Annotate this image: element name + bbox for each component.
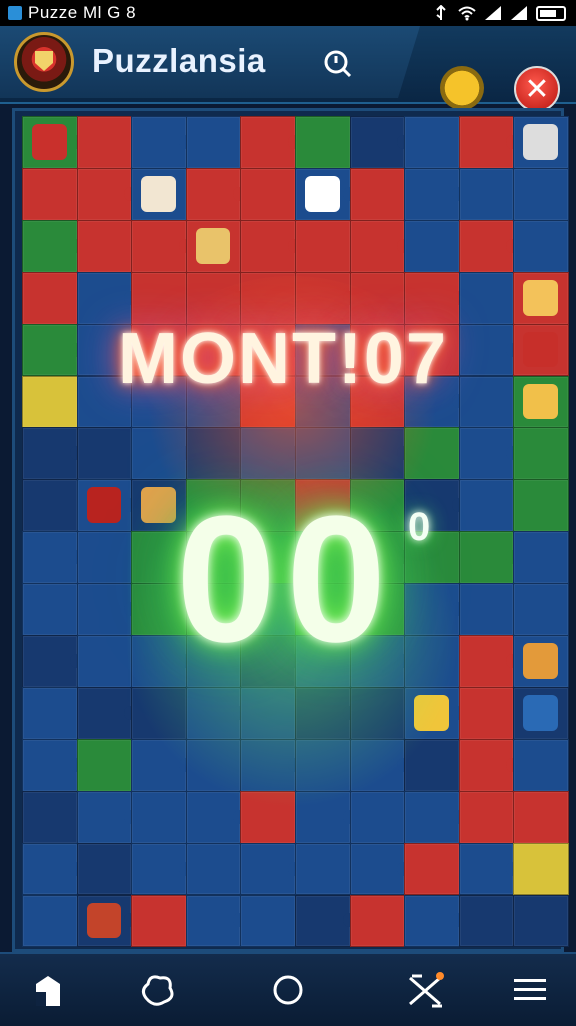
picture-piece[interactable] <box>523 383 558 420</box>
puzzle-piece[interactable] <box>458 790 515 844</box>
puzzle-piece[interactable] <box>513 738 569 792</box>
circle-icon <box>273 975 303 1005</box>
picture-piece[interactable] <box>141 175 176 212</box>
puzzle-piece[interactable] <box>513 531 569 585</box>
app-title: Puzzlansia <box>92 42 266 79</box>
puzzle-piece[interactable] <box>458 375 515 429</box>
search-icon[interactable] <box>318 44 358 84</box>
puzzle-piece[interactable] <box>404 219 460 273</box>
battery-icon <box>536 5 566 21</box>
puzzle-piece[interactable] <box>458 686 515 740</box>
puzzle-piece[interactable] <box>349 894 406 948</box>
menu-button[interactable] <box>508 968 552 1012</box>
picture-piece[interactable] <box>523 643 558 679</box>
picture-piece[interactable] <box>305 175 340 212</box>
picture-piece[interactable] <box>86 902 122 939</box>
menu-icon <box>514 979 546 1000</box>
puzzle-piece[interactable] <box>404 116 460 169</box>
puzzle-piece[interactable] <box>240 167 296 221</box>
header: Puzzlansia ✕ <box>0 26 576 112</box>
puzzle-piece[interactable] <box>76 738 133 792</box>
shuffle-icon <box>409 972 444 1008</box>
small-number: 0 <box>408 505 431 549</box>
shape-button[interactable] <box>136 968 180 1012</box>
usb-icon <box>436 5 446 20</box>
puzzle-piece[interactable] <box>458 894 515 948</box>
puzzle-piece[interactable] <box>76 219 133 273</box>
puzzle-piece[interactable] <box>513 167 569 221</box>
puzzle-piece[interactable] <box>458 479 515 533</box>
puzzle-piece[interactable] <box>349 790 406 844</box>
puzzle-piece[interactable] <box>22 790 78 844</box>
puzzle-piece[interactable] <box>22 375 78 429</box>
banner-text: MONT!07 <box>118 319 449 399</box>
puzzle-piece[interactable] <box>513 479 569 533</box>
shape-icon <box>141 975 174 1006</box>
puzzle-piece[interactable] <box>76 116 133 169</box>
puzzle-piece[interactable] <box>513 790 569 844</box>
app-icon <box>8 6 22 20</box>
shuffle-button[interactable] <box>404 968 448 1012</box>
puzzle-piece[interactable] <box>22 271 78 325</box>
crest-icon <box>14 32 74 92</box>
picture-piece[interactable] <box>523 124 558 160</box>
wifi-icon <box>458 6 476 21</box>
puzzle-piece[interactable] <box>458 271 515 325</box>
puzzle-piece[interactable] <box>22 686 78 740</box>
signal-icon <box>511 6 527 20</box>
puzzle-piece[interactable] <box>513 583 569 636</box>
puzzle-piece[interactable] <box>513 219 569 273</box>
circle-button[interactable] <box>266 968 310 1012</box>
puzzle-piece[interactable] <box>76 531 133 585</box>
close-button[interactable]: ✕ <box>514 66 560 112</box>
puzzle-piece[interactable] <box>458 167 515 221</box>
status-app-title: Puzze Ml G 8 <box>28 3 137 22</box>
picture-piece[interactable] <box>141 487 176 524</box>
puzzle-piece[interactable] <box>185 116 242 169</box>
puzzle-piece[interactable] <box>131 894 187 948</box>
puzzle-piece[interactable] <box>458 583 515 636</box>
puzzle-piece[interactable] <box>404 842 460 896</box>
puzzle-piece[interactable] <box>22 479 78 533</box>
puzzle-piece[interactable] <box>295 116 351 169</box>
puzzle-piece[interactable] <box>22 583 78 636</box>
picture-piece[interactable] <box>523 694 558 731</box>
picture-piece[interactable] <box>195 227 231 264</box>
close-icon: ✕ <box>524 71 550 107</box>
picture-piece[interactable] <box>523 331 558 368</box>
puzzle-piece[interactable] <box>513 842 569 896</box>
picture-piece[interactable] <box>32 124 67 160</box>
puzzle-piece[interactable] <box>513 427 569 481</box>
home-icon <box>36 976 60 1006</box>
status-bar: Puzze Ml G 8 <box>0 0 576 26</box>
puzzle-piece[interactable] <box>22 167 78 221</box>
signal-icon <box>485 6 501 20</box>
puzzle-piece[interactable] <box>349 167 406 221</box>
picture-piece[interactable] <box>86 487 122 524</box>
puzzle-piece[interactable] <box>22 894 78 948</box>
puzzle-piece[interactable] <box>295 219 351 273</box>
puzzle-piece[interactable] <box>131 790 187 844</box>
trophy-icon[interactable] <box>440 66 484 110</box>
bottom-nav <box>0 952 576 1026</box>
big-number: 00 <box>176 479 397 680</box>
puzzle-piece[interactable] <box>185 842 242 896</box>
puzzle-piece[interactable] <box>76 427 133 481</box>
puzzle-piece[interactable] <box>240 894 296 948</box>
puzzle-piece[interactable] <box>513 894 569 948</box>
puzzle-piece[interactable] <box>295 842 351 896</box>
picture-piece[interactable] <box>523 279 558 316</box>
status-icons <box>432 5 566 21</box>
home-button[interactable] <box>26 968 70 1012</box>
puzzle-piece[interactable] <box>76 842 133 896</box>
